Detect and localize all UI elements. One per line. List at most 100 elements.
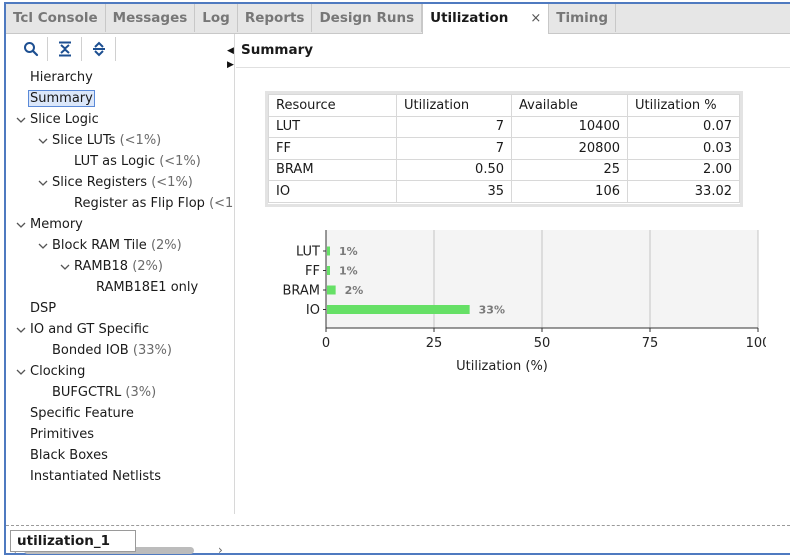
table-row[interactable]: BRAM 0.50 25 2.00 xyxy=(268,158,740,181)
chevron-down-icon[interactable] xyxy=(60,263,70,271)
tree-item-percent: (3%) xyxy=(125,385,157,400)
tree-item-label: BUFGCTRL xyxy=(52,385,122,400)
tree-item-percent: (2%) xyxy=(132,259,163,274)
column-header-utilization-pct[interactable]: Utilization % xyxy=(627,94,740,117)
tree-item[interactable]: RAMB18 (2%) xyxy=(74,257,163,277)
column-header-utilization[interactable]: Utilization xyxy=(396,94,512,117)
tree-item[interactable]: Memory xyxy=(30,215,83,235)
cell-utilization: 7 xyxy=(396,137,512,160)
cell-available: 106 xyxy=(511,180,628,203)
x-axis-title: Utilization (%) xyxy=(456,359,548,374)
cell-utilization-pct: 0.03 xyxy=(627,137,740,160)
tree-item[interactable]: Register as Flip Flop (<1 xyxy=(74,194,233,214)
tree-item[interactable]: Specific Feature xyxy=(30,404,134,424)
tab-reports[interactable]: Reports xyxy=(238,4,313,32)
cell-utilization: 35 xyxy=(396,180,512,203)
table-row[interactable]: FF 7 20800 0.03 xyxy=(268,137,740,160)
utilization-table: Resource Utilization Available Utilizati… xyxy=(268,94,740,203)
cell-resource: FF xyxy=(268,137,397,160)
panel-divider xyxy=(6,525,790,526)
tree-item[interactable]: Primitives xyxy=(30,425,94,445)
x-tick-label: 50 xyxy=(534,336,551,351)
cell-available: 25 xyxy=(511,158,628,181)
utilization-bar-chart: 0 25 50 75 100 LUT 1% FF 1% BRAM 2% IO 33% Utilizatio… xyxy=(282,230,766,374)
tree-item[interactable]: Slice Logic xyxy=(30,110,99,130)
tree-item-percent: (33%) xyxy=(132,343,172,358)
tree-item-label: Clocking xyxy=(30,364,86,379)
tree-item-label: Memory xyxy=(30,217,83,232)
tab-messages[interactable]: Messages xyxy=(106,4,196,32)
y-tick-label: FF xyxy=(305,264,320,279)
tree-item-label: Summary xyxy=(28,90,95,107)
summary-panel: ◀ ▶ Summary Resource Utilization Availabl… xyxy=(227,34,790,524)
splitter-toggle-icon[interactable]: ◀ ▶ xyxy=(227,44,234,72)
tab-tcl-console[interactable]: Tcl Console xyxy=(6,4,106,32)
column-header-available[interactable]: Available xyxy=(511,94,628,117)
tree-item-percent: (<1%) xyxy=(151,175,193,190)
cell-utilization-pct: 2.00 xyxy=(627,158,740,181)
tree-item[interactable]: Slice Registers (<1%) xyxy=(52,173,193,193)
chevron-down-icon[interactable] xyxy=(38,242,48,250)
tree-item-label: LUT as Logic xyxy=(74,154,156,169)
tree-item[interactable]: BUFGCTRL (3%) xyxy=(52,383,156,403)
tree-item[interactable]: Block RAM Tile (2%) xyxy=(52,236,182,256)
cell-utilization: 7 xyxy=(396,115,512,138)
expand-all-button[interactable] xyxy=(82,37,116,61)
collapse-all-button[interactable] xyxy=(48,37,82,61)
tree-item[interactable]: Bonded IOB (33%) xyxy=(52,341,172,361)
tree-item[interactable]: DSP xyxy=(30,299,56,319)
tab-label: Tcl Console xyxy=(13,10,98,26)
navigation-panel: Hierarchy Summary Slice Logic Slice LUTs (<… xyxy=(6,34,235,557)
tab-label: Timing xyxy=(556,10,609,26)
tree-item[interactable]: Slice LUTs (<1%) xyxy=(52,131,161,151)
close-icon[interactable]: × xyxy=(530,11,541,26)
tree-item-label: Slice Logic xyxy=(30,112,99,127)
cell-utilization: 0.50 xyxy=(396,158,512,181)
tree-toolbar xyxy=(6,34,234,64)
tree-item[interactable]: LUT as Logic (<1%) xyxy=(74,152,201,172)
tree-item-label: Register as Flip Flop xyxy=(74,196,205,211)
tree-item-label: Specific Feature xyxy=(30,406,134,421)
tree-item-label: Primitives xyxy=(30,427,95,442)
tree-item[interactable]: Hierarchy xyxy=(30,68,93,88)
chevron-down-icon[interactable] xyxy=(16,368,26,376)
search-button[interactable] xyxy=(14,37,48,61)
table-row[interactable]: IO 35 106 33.02 xyxy=(268,180,740,203)
bottom-tab-utilization-1[interactable]: utilization_1 xyxy=(10,530,136,552)
tab-label: Log xyxy=(202,10,230,26)
tab-utilization[interactable]: Utilization × xyxy=(422,4,550,34)
column-header-resource[interactable]: Resource xyxy=(268,94,397,117)
tree-item[interactable]: Clocking xyxy=(30,362,85,382)
tree-item-label: Instantiated Netlists xyxy=(30,469,161,484)
chevron-down-icon[interactable] xyxy=(38,179,48,187)
tree-item[interactable]: Black Boxes xyxy=(30,446,108,466)
tree-item[interactable]: IO and GT Specific xyxy=(30,320,149,340)
tree-item-percent: (<1%) xyxy=(159,154,201,169)
tab-bar: Tcl Console Messages Log Reports Design Runs… xyxy=(6,4,790,34)
search-icon xyxy=(23,42,38,57)
scroll-right-icon[interactable]: › xyxy=(218,543,223,557)
tree-item[interactable]: RAMB18E1 only xyxy=(96,278,198,298)
x-tick-label: 0 xyxy=(322,336,330,351)
chevron-down-icon[interactable] xyxy=(38,137,48,145)
tab-timing[interactable]: Timing xyxy=(549,4,617,32)
cell-resource: BRAM xyxy=(268,158,397,181)
tree-item[interactable]: Summary xyxy=(28,89,95,109)
x-tick-label: 25 xyxy=(426,336,443,351)
tab-log[interactable]: Log xyxy=(195,4,238,32)
tab-label: Messages xyxy=(112,10,188,26)
utilization-window: Tcl Console Messages Log Reports Design Runs… xyxy=(4,2,790,557)
tree-item-label: Slice LUTs xyxy=(52,133,116,148)
tab-design-runs[interactable]: Design Runs xyxy=(312,4,423,32)
data-label: 1% xyxy=(339,265,358,278)
tree-item-label: Slice Registers xyxy=(52,175,148,190)
chevron-down-icon[interactable] xyxy=(16,116,26,124)
tree-item-label: Block RAM Tile xyxy=(52,238,147,253)
bar-io xyxy=(327,305,470,314)
chevron-down-icon[interactable] xyxy=(16,221,26,229)
expand-all-icon xyxy=(92,41,105,57)
tree-item[interactable]: Instantiated Netlists xyxy=(30,467,161,487)
tab-label: Design Runs xyxy=(319,10,415,26)
table-row[interactable]: LUT 7 10400 0.07 xyxy=(268,115,740,138)
chevron-down-icon[interactable] xyxy=(16,326,26,334)
